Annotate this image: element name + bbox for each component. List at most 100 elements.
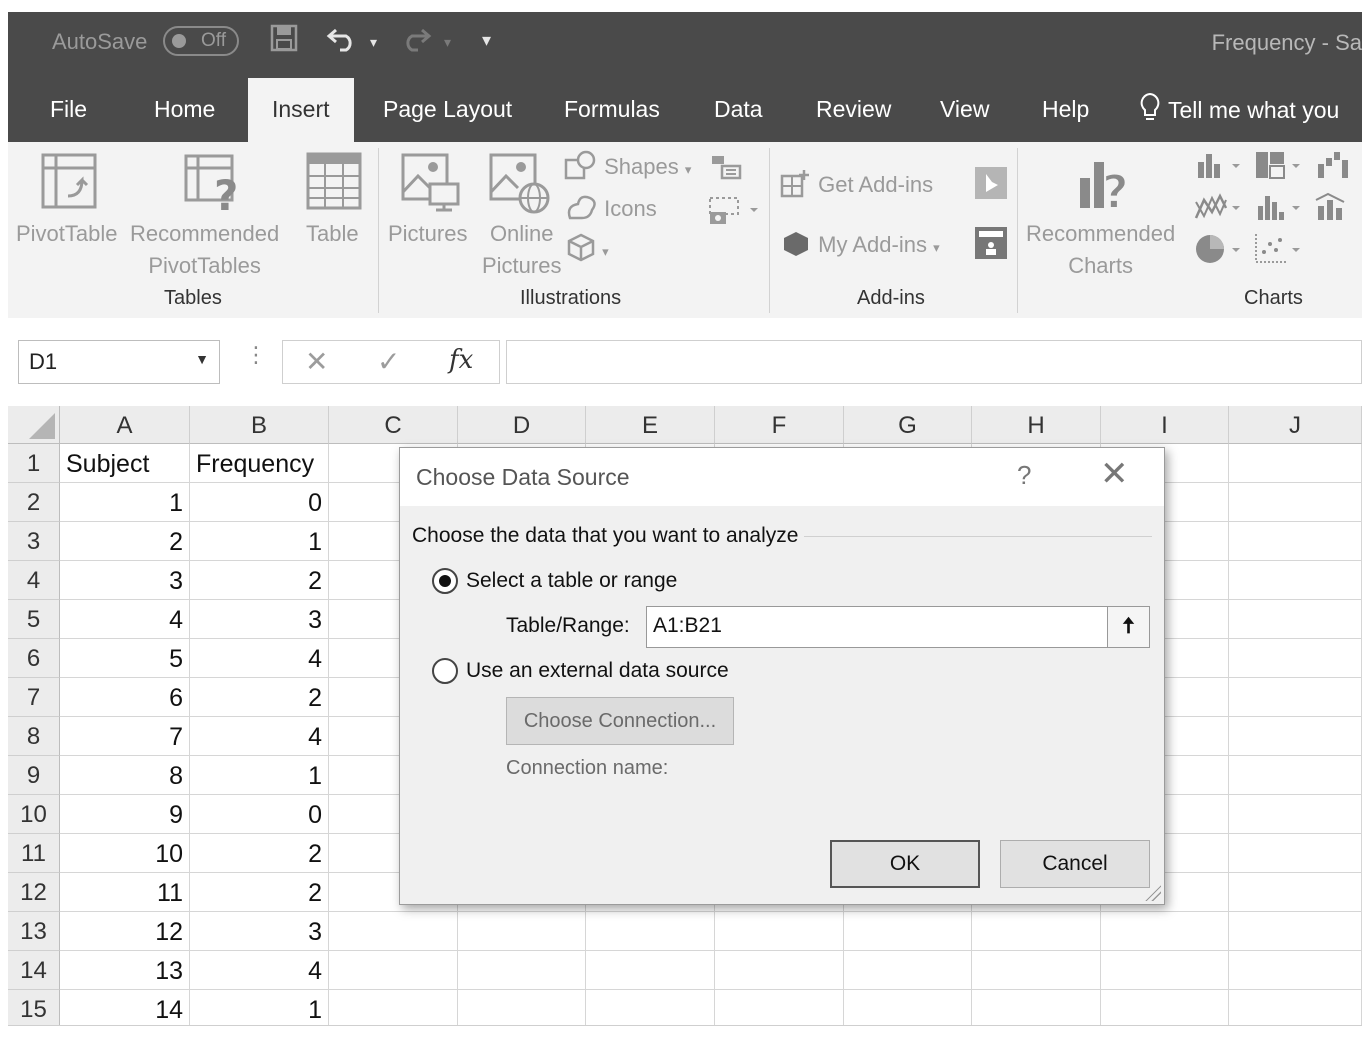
row-header[interactable]: 11 <box>8 834 60 873</box>
tab-review[interactable]: Review <box>816 96 891 123</box>
cell-a10[interactable]: 9 <box>60 795 190 834</box>
cell-d15[interactable] <box>458 990 586 1026</box>
hierarchy-chart-icon[interactable] <box>1254 150 1304 185</box>
cell-e14[interactable] <box>586 951 715 990</box>
collapse-dialog-icon[interactable]: 🠅 <box>1107 607 1149 647</box>
cell-h14[interactable] <box>972 951 1101 990</box>
cell-b5[interactable]: 3 <box>190 600 329 639</box>
tab-view[interactable]: View <box>940 96 989 123</box>
tell-me-box[interactable]: Tell me what you <box>1138 92 1339 124</box>
radio-select-table-label[interactable]: Select a table or range <box>466 569 677 593</box>
cell-e13[interactable] <box>586 912 715 951</box>
cell-j8[interactable] <box>1229 717 1362 756</box>
tab-help[interactable]: Help <box>1042 96 1089 123</box>
online-pictures-button[interactable]: Online Pictures <box>482 218 561 282</box>
cell-j13[interactable] <box>1229 912 1362 951</box>
my-addins-button[interactable]: My Add-ins ▾ <box>780 228 940 264</box>
autosave-toggle[interactable]: Off <box>163 26 239 56</box>
row-header[interactable]: 13 <box>8 912 60 951</box>
formula-bar-grip-icon[interactable]: ⋮ <box>245 342 267 368</box>
tab-insert[interactable]: Insert <box>248 78 354 142</box>
cell-j10[interactable] <box>1229 795 1362 834</box>
3d-models-button[interactable]: ▾ <box>566 232 609 268</box>
cell-j9[interactable] <box>1229 756 1362 795</box>
table-range-input[interactable]: A1:B21 🠅 <box>646 606 1150 648</box>
save-icon[interactable] <box>270 24 298 59</box>
column-header-j[interactable]: J <box>1229 406 1362 444</box>
cell-a14[interactable]: 13 <box>60 951 190 990</box>
confirm-entry-icon[interactable]: ✓ <box>377 345 400 378</box>
column-header-d[interactable]: D <box>458 406 586 444</box>
cell-b14[interactable]: 4 <box>190 951 329 990</box>
line-chart-icon[interactable] <box>1194 192 1244 227</box>
scatter-chart-icon[interactable] <box>1254 232 1304 271</box>
undo-dropdown-icon[interactable]: ▾ <box>370 34 377 51</box>
redo-dropdown-icon[interactable]: ▾ <box>444 34 451 51</box>
row-header[interactable]: 8 <box>8 717 60 756</box>
cell-d13[interactable] <box>458 912 586 951</box>
row-header[interactable]: 3 <box>8 522 60 561</box>
cell-j11[interactable] <box>1229 834 1362 873</box>
people-graph-icon[interactable] <box>974 226 1008 265</box>
row-header[interactable]: 14 <box>8 951 60 990</box>
cell-i15[interactable] <box>1101 990 1229 1026</box>
cell-a13[interactable]: 12 <box>60 912 190 951</box>
get-addins-button[interactable]: Get Add-ins <box>780 168 933 201</box>
table-icon[interactable] <box>306 152 362 215</box>
cell-e15[interactable] <box>586 990 715 1026</box>
customize-qat-icon[interactable]: ▾ <box>482 30 491 51</box>
cell-j7[interactable] <box>1229 678 1362 717</box>
cell-h15[interactable] <box>972 990 1101 1026</box>
column-chart-icon[interactable] <box>1194 150 1244 185</box>
row-header[interactable]: 2 <box>8 483 60 522</box>
cell-j5[interactable] <box>1229 600 1362 639</box>
name-box[interactable]: D1 ▼ <box>18 340 220 384</box>
cell-c15[interactable] <box>329 990 458 1026</box>
table-button[interactable]: Table <box>306 218 359 250</box>
row-header[interactable]: 1 <box>8 444 60 483</box>
undo-icon[interactable] <box>326 24 360 59</box>
cell-a2[interactable]: 1 <box>60 483 190 522</box>
cell-a9[interactable]: 8 <box>60 756 190 795</box>
row-header[interactable]: 15 <box>8 990 60 1026</box>
cell-a4[interactable]: 3 <box>60 561 190 600</box>
online-pictures-icon[interactable] <box>488 152 552 219</box>
cell-b7[interactable]: 2 <box>190 678 329 717</box>
row-header[interactable]: 12 <box>8 873 60 912</box>
row-header[interactable]: 7 <box>8 678 60 717</box>
cell-i14[interactable] <box>1101 951 1229 990</box>
choose-connection-button[interactable]: Choose Connection... <box>506 697 734 745</box>
cell-b9[interactable]: 1 <box>190 756 329 795</box>
cell-g13[interactable] <box>844 912 972 951</box>
icons-button[interactable]: Icons <box>564 192 657 225</box>
screenshot-icon[interactable] <box>708 196 760 231</box>
recommended-pivottables-icon[interactable]: ? <box>184 154 246 220</box>
cell-b12[interactable]: 2 <box>190 873 329 912</box>
formula-input[interactable] <box>506 340 1362 384</box>
cell-c14[interactable] <box>329 951 458 990</box>
ok-button[interactable]: OK <box>830 840 980 888</box>
insert-function-icon[interactable]: fx <box>449 345 473 375</box>
cell-f15[interactable] <box>715 990 844 1026</box>
combo-chart-icon[interactable] <box>1314 192 1362 227</box>
column-header-i[interactable]: I <box>1101 406 1229 444</box>
cancel-entry-icon[interactable]: ✕ <box>305 345 328 378</box>
radio-select-table[interactable] <box>432 568 458 594</box>
column-header-e[interactable]: E <box>586 406 715 444</box>
cell-f14[interactable] <box>715 951 844 990</box>
cell-c13[interactable] <box>329 912 458 951</box>
cell-b8[interactable]: 4 <box>190 717 329 756</box>
cell-i13[interactable] <box>1101 912 1229 951</box>
column-header-f[interactable]: F <box>715 406 844 444</box>
cell-b4[interactable]: 2 <box>190 561 329 600</box>
column-header-a[interactable]: A <box>60 406 190 444</box>
recommended-charts-button[interactable]: Recommended Charts <box>1026 218 1175 282</box>
cell-a6[interactable]: 5 <box>60 639 190 678</box>
cell-j4[interactable] <box>1229 561 1362 600</box>
row-header[interactable]: 6 <box>8 639 60 678</box>
waterfall-chart-icon[interactable] <box>1314 150 1362 185</box>
cell-b1[interactable]: Frequency <box>190 444 329 483</box>
radio-external-source-label[interactable]: Use an external data source <box>466 659 729 683</box>
cell-d14[interactable] <box>458 951 586 990</box>
cell-j2[interactable] <box>1229 483 1362 522</box>
